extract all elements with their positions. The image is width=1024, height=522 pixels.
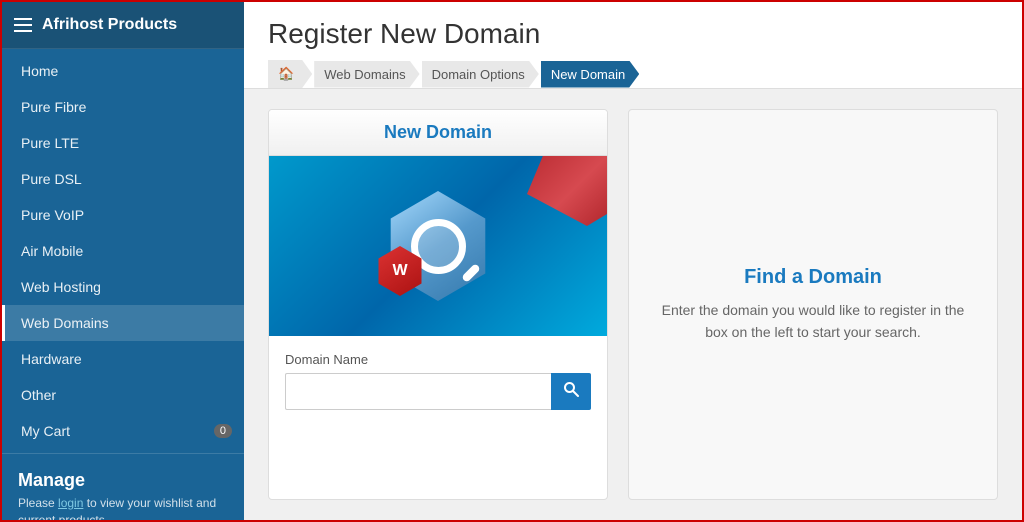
menu-icon[interactable] [14,18,32,32]
sidebar-item-pure-voip[interactable]: Pure VoIP [2,197,244,233]
sidebar-item-home[interactable]: Home [2,53,244,89]
cart-badge: 0 [214,424,232,438]
manage-title: Manage [18,470,228,491]
app-container: Afrihost Products Home Pure Fibre Pure L… [2,2,1022,520]
domain-image: W [269,156,607,336]
domain-search-button[interactable] [551,373,591,410]
find-domain-panel: Find a Domain Enter the domain you would… [628,109,998,500]
sidebar-item-pure-dsl[interactable]: Pure DSL [2,161,244,197]
domain-form: Domain Name [269,336,607,426]
breadcrumb-web-domains[interactable]: Web Domains [314,61,419,88]
home-icon: 🏠 [278,66,294,82]
sidebar-nav: Home Pure Fibre Pure LTE Pure DSL Pure V… [2,49,244,453]
find-domain-description: Enter the domain you would like to regis… [653,299,973,344]
breadcrumb-domain-options[interactable]: Domain Options [422,61,539,88]
domain-input-row [285,373,591,410]
domain-card-header: New Domain [269,110,607,156]
page-title: Register New Domain [268,18,998,50]
domain-logo: W [383,191,493,301]
page-header: Register New Domain 🏠 Web Domains Domain… [244,2,1022,89]
domain-name-label: Domain Name [285,352,591,367]
sidebar-item-pure-fibre[interactable]: Pure Fibre [2,89,244,125]
sidebar-item-pure-lte[interactable]: Pure LTE [2,125,244,161]
domain-card-title: New Domain [384,122,492,142]
main-content: Register New Domain 🏠 Web Domains Domain… [244,2,1022,520]
sidebar-header: Afrihost Products [2,2,244,49]
sidebar-item-hardware[interactable]: Hardware [2,341,244,377]
content-area: New Domain W Domai [244,89,1022,520]
sidebar-manage: Manage Please login to view your wishlis… [2,453,244,520]
breadcrumb-new-domain[interactable]: New Domain [541,61,639,88]
sidebar-item-other[interactable]: Other [2,377,244,413]
w-label: W [392,262,407,280]
search-icon [563,381,579,397]
login-link[interactable]: login [58,496,83,510]
sidebar-item-air-mobile[interactable]: Air Mobile [2,233,244,269]
domain-card: New Domain W Domai [268,109,608,500]
sidebar-item-web-domains[interactable]: Web Domains [2,305,244,341]
breadcrumb: 🏠 Web Domains Domain Options New Domain [268,60,998,88]
domain-ribbon [527,156,607,226]
sidebar: Afrihost Products Home Pure Fibre Pure L… [2,2,244,520]
domain-name-input[interactable] [285,373,551,410]
breadcrumb-home[interactable]: 🏠 [268,60,312,88]
find-domain-title: Find a Domain [744,266,882,289]
sidebar-item-web-hosting[interactable]: Web Hosting [2,269,244,305]
sidebar-item-my-cart[interactable]: My Cart 0 [2,413,244,449]
app-title: Afrihost Products [42,16,177,34]
manage-text: Please login to view your wishlist and c… [18,495,228,520]
